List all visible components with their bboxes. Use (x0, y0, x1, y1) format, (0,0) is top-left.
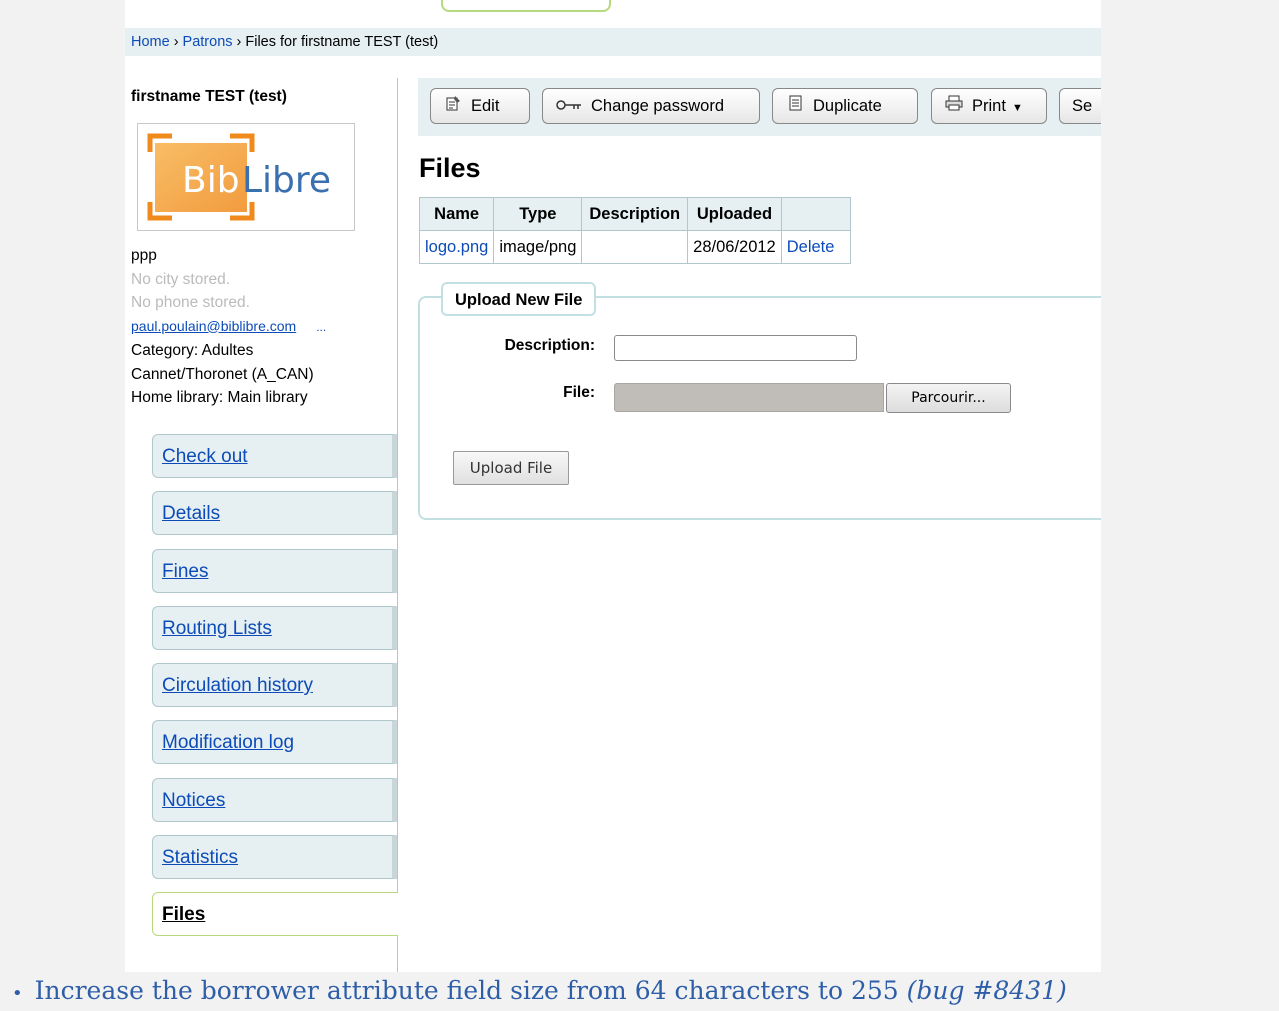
file-description (581, 230, 689, 264)
biblibre-logo: Bib Libre (147, 133, 331, 221)
edit-button[interactable]: Edit (430, 88, 530, 124)
nav-notices[interactable]: Notices (152, 777, 397, 822)
bullet: • (12, 983, 23, 1004)
key-icon (555, 90, 583, 124)
file-name-link[interactable]: logo.png (425, 238, 488, 256)
table-header-row: Name Type Description Uploaded (418, 197, 851, 231)
breadcrumb-patrons[interactable]: Patrons (183, 34, 233, 50)
edit-label: Edit (471, 97, 500, 115)
print-label: Print (972, 97, 1006, 115)
logo-text-libre: Libre (242, 160, 331, 201)
nav-statistics[interactable]: Statistics (152, 835, 397, 880)
file-uploaded-date: 28/06/2012 (687, 230, 782, 264)
file-path-field[interactable] (614, 383, 884, 412)
description-input[interactable] (614, 335, 857, 361)
patron-email[interactable]: paul.poulain@biblibre.com (131, 318, 296, 334)
change-password-button[interactable]: Change password (542, 88, 760, 124)
table-row: logo.png image/png 28/06/2012 Delete (418, 230, 851, 264)
edit-icon (443, 90, 463, 124)
patron-nav: Check out Details Fines Routing Lists Ci… (152, 434, 398, 950)
top-panel-fragment (441, 0, 611, 12)
files-table: Name Type Description Uploaded logo.png … (418, 197, 851, 264)
email-more[interactable]: ... (316, 320, 326, 334)
search-label-partial: Se (1072, 97, 1093, 115)
patron-home-library: Home library: Main library (131, 389, 308, 406)
column-header-action (780, 197, 851, 231)
patron-photo: Bib Libre (137, 123, 355, 231)
duplicate-label: Duplicate (813, 97, 882, 115)
bug-reference: (bug #8431) (906, 976, 1067, 1005)
breadcrumb-separator: › (173, 34, 179, 50)
column-header-description: Description (581, 197, 689, 231)
column-header-name: Name (418, 197, 495, 231)
description-label: Description: (504, 337, 595, 354)
release-note-text: Increase the borrower attribute field si… (34, 976, 899, 1005)
patron-address: ppp (131, 247, 157, 264)
patron-phone: No phone stored. (131, 294, 250, 311)
page-title: Files (419, 153, 481, 183)
sidebar-divider (397, 78, 398, 972)
file-label: File: (563, 384, 595, 401)
patron-name: firstname TEST (test) (131, 88, 287, 105)
logo-text-bib: Bib (182, 160, 240, 201)
release-note: • Increase the borrower attribute field s… (0, 974, 1279, 1009)
chevron-down-icon: ▼ (1011, 102, 1023, 114)
column-header-type: Type (493, 197, 583, 231)
nav-circulation-history[interactable]: Circulation history (152, 663, 397, 708)
nav-routing-lists[interactable]: Routing Lists (152, 605, 397, 650)
column-header-uploaded: Uploaded (687, 197, 782, 231)
file-type: image/png (493, 230, 583, 264)
upload-legend: Upload New File (441, 282, 597, 316)
nav-files[interactable]: Files (152, 892, 398, 937)
duplicate-icon (785, 90, 805, 124)
nav-details[interactable]: Details (152, 491, 397, 536)
breadcrumb-current: Files for firstname TEST (test) (245, 34, 439, 50)
patron-city: No city stored. (131, 270, 231, 288)
breadcrumb-separator: › (236, 34, 242, 50)
patron-category: Category: Adultes Cannet/Thoronet (A_CAN… (131, 342, 314, 383)
browse-button[interactable]: Parcourir... (886, 383, 1011, 413)
search-button-partial[interactable]: Se (1059, 88, 1101, 124)
duplicate-button[interactable]: Duplicate (772, 88, 918, 124)
delete-file-link[interactable]: Delete (787, 238, 835, 256)
patron-toolbar: Edit Change password Duplicate Print ▼ Se (418, 78, 1101, 136)
koha-screenshot: Home › Patrons › Files for firstname TEST (t… (125, 0, 1101, 972)
print-button[interactable]: Print ▼ (931, 88, 1047, 124)
printer-icon (944, 90, 964, 124)
nav-fines[interactable]: Fines (152, 548, 397, 593)
nav-modification-log[interactable]: Modification log (152, 720, 397, 765)
change-password-label: Change password (591, 97, 724, 115)
nav-check-out[interactable]: Check out (152, 434, 397, 478)
patron-info: ppp No city stored. No phone stored. pau… (131, 244, 371, 410)
breadcrumb: Home › Patrons › Files for firstname TEST (t… (125, 28, 1101, 56)
breadcrumb-home[interactable]: Home (131, 34, 170, 50)
upload-file-button[interactable]: Upload File (453, 451, 569, 485)
